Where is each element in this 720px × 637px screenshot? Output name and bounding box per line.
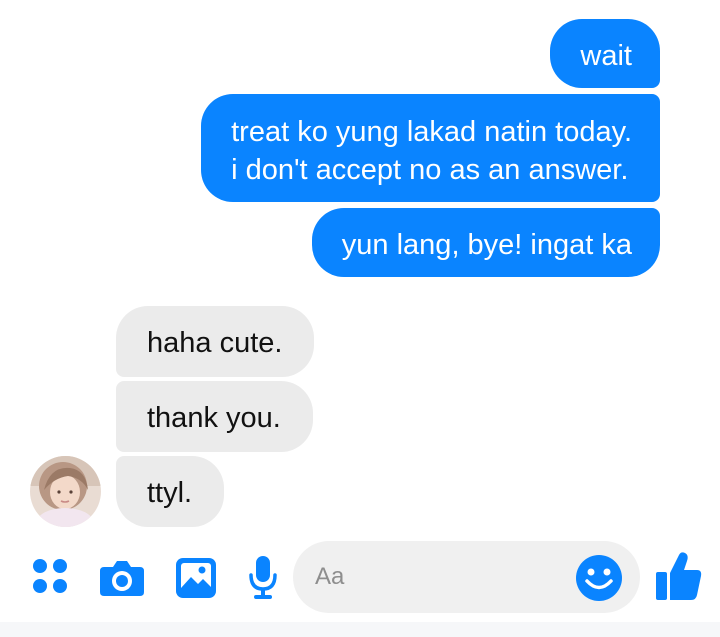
microphone-icon[interactable] <box>248 555 278 601</box>
outgoing-message[interactable]: yun lang, bye! ingat ka <box>311 208 660 277</box>
more-apps-icon[interactable] <box>31 557 69 595</box>
gallery-icon[interactable] <box>175 557 217 599</box>
emoji-icon[interactable] <box>575 554 623 602</box>
contact-avatar[interactable] <box>30 456 101 527</box>
avatar-image <box>30 456 101 527</box>
outgoing-message[interactable]: treat ko yung lakad natin today. i don't… <box>201 94 660 202</box>
incoming-message[interactable]: haha cute. <box>116 306 315 377</box>
message-input-box[interactable] <box>293 541 640 613</box>
camera-icon[interactable] <box>99 559 145 597</box>
outgoing-message[interactable]: wait <box>550 19 660 88</box>
bottom-strip <box>0 622 720 637</box>
message-input[interactable] <box>315 559 565 595</box>
incoming-message[interactable]: thank you. <box>116 381 313 452</box>
incoming-message[interactable]: ttyl. <box>116 456 225 527</box>
thumbs-up-icon[interactable] <box>655 551 703 601</box>
